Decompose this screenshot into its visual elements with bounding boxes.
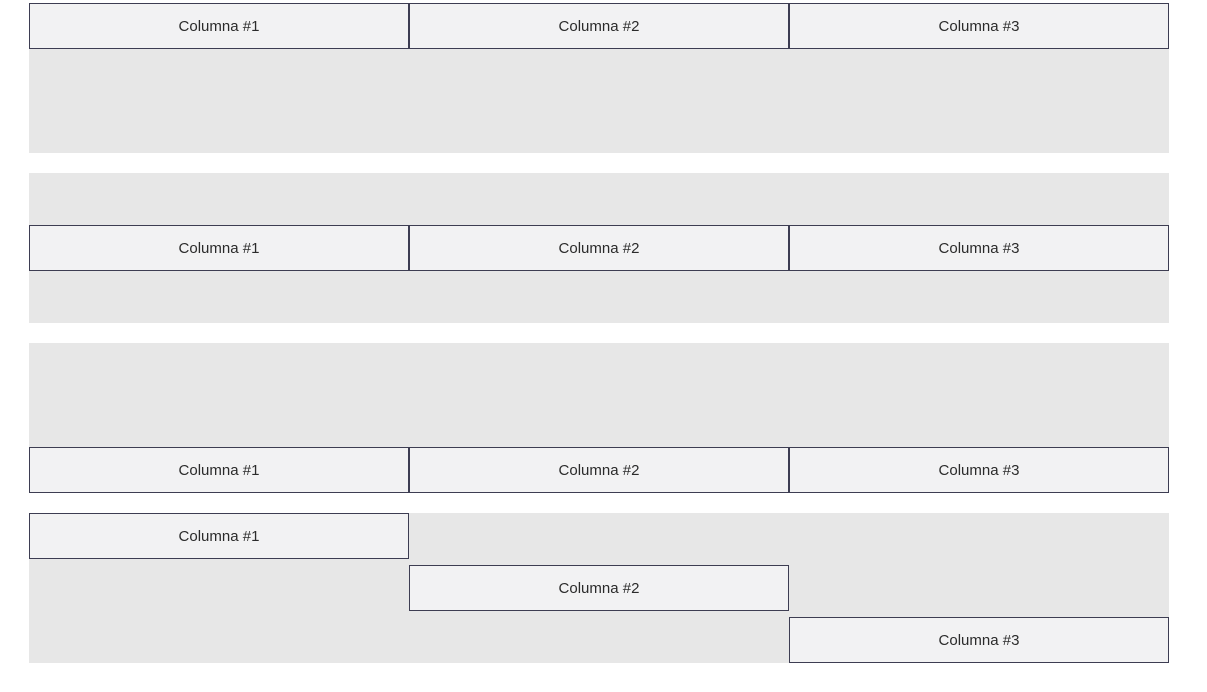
column-2-cell: Columna #2 — [409, 3, 789, 49]
column-3-cell: Columna #3 — [789, 447, 1169, 493]
column-2-cell: Columna #2 — [409, 225, 789, 271]
column-1-cell: Columna #1 — [29, 447, 409, 493]
column-3-cell: Columna #3 — [789, 617, 1169, 663]
row-align-bottom: Columna #1 Columna #2 Columna #3 — [29, 343, 1169, 493]
column-2-cell: Columna #2 — [409, 447, 789, 493]
column-2-cell: Columna #2 — [409, 565, 789, 611]
row-align-center: Columna #1 Columna #2 Columna #3 — [29, 173, 1169, 323]
row-align-staggered: Columna #1 Columna #2 Columna #3 — [29, 513, 1169, 663]
column-3-cell: Columna #3 — [789, 3, 1169, 49]
column-1-cell: Columna #1 — [29, 513, 409, 559]
row-align-top: Columna #1 Columna #2 Columna #3 — [29, 3, 1169, 153]
column-3-cell: Columna #3 — [789, 225, 1169, 271]
column-1-cell: Columna #1 — [29, 225, 409, 271]
column-1-cell: Columna #1 — [29, 3, 409, 49]
